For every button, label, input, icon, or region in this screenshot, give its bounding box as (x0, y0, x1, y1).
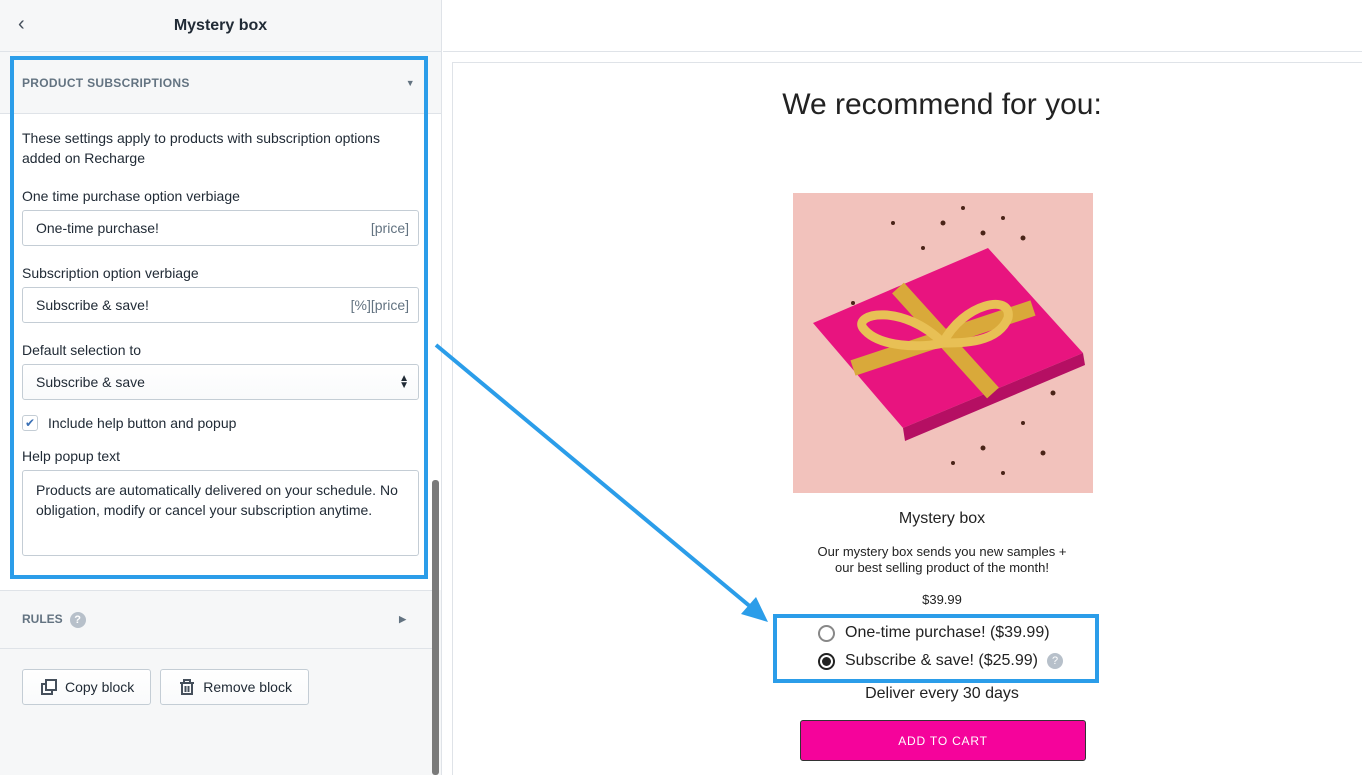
annotation-arrow (434, 343, 768, 622)
